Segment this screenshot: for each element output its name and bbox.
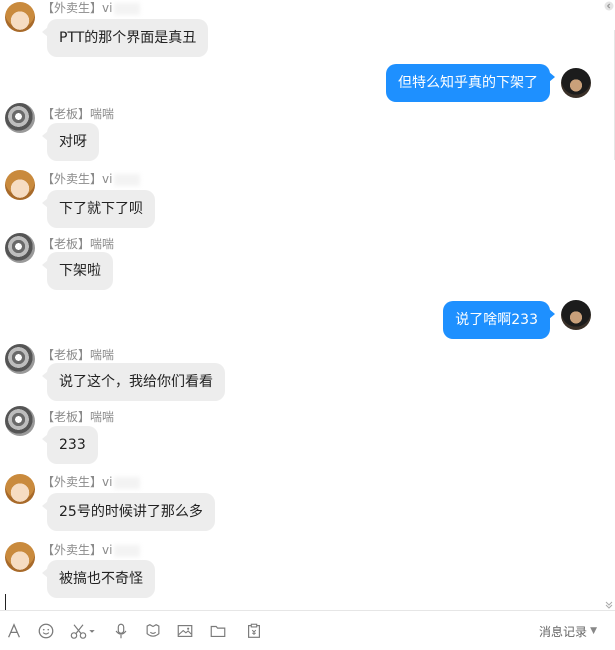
image-icon[interactable] — [175, 621, 195, 641]
me-avatar[interactable] — [561, 68, 591, 98]
message-bubble[interactable]: 下架啦 — [42, 252, 113, 290]
sender-name: 【外卖生】vi — [42, 0, 141, 16]
font-icon[interactable] — [4, 621, 24, 641]
sender-label: 【外卖生】vi — [42, 172, 113, 186]
girl-avatar[interactable] — [5, 170, 35, 200]
blurred-name — [114, 173, 141, 186]
girl-avatar[interactable] — [5, 474, 35, 504]
sender-name: 【老板】喘喘 — [42, 237, 115, 251]
message-bubble[interactable]: 25号的时候讲了那么多 — [42, 493, 215, 531]
sender-name: 【外卖生】vi — [42, 541, 141, 558]
scissors-icon[interactable] — [68, 621, 98, 641]
message-bubble[interactable]: 说了这个，我给你们看看 — [42, 363, 225, 401]
message-bubble[interactable]: PTT的那个界面是真丑 — [41, 19, 209, 57]
sender-name: 【外卖生】vi — [42, 170, 141, 187]
boss-avatar[interactable] — [5, 233, 35, 263]
folder-icon[interactable] — [208, 621, 228, 641]
sender-label: 【外卖生】vi — [42, 1, 113, 15]
message-bubble[interactable]: 下了就下了呗 — [42, 190, 155, 228]
sender-label: 【外卖生】vi — [42, 475, 113, 489]
emoji-icon[interactable] — [36, 621, 56, 641]
chat-window: 【外卖生】vi PTT的那个界面是真丑 但特么知乎真的下架了 【老板】喘喘 对呀… — [0, 0, 615, 650]
text-caret — [5, 594, 6, 610]
me-avatar[interactable] — [561, 300, 591, 330]
mic-icon[interactable] — [111, 621, 131, 641]
message-bubble[interactable]: 对呀 — [42, 123, 99, 161]
message-bubble[interactable]: 但特么知乎真的下架了 — [386, 64, 555, 102]
sender-name: 【老板】喘喘 — [42, 107, 115, 121]
blurred-name — [114, 2, 141, 15]
girl-avatar[interactable] — [5, 2, 35, 32]
sticker-icon[interactable] — [143, 621, 163, 641]
blurred-name — [114, 544, 141, 557]
boss-avatar[interactable] — [5, 406, 35, 436]
message-input[interactable] — [0, 588, 603, 610]
sender-name: 【老板】喘喘 — [42, 348, 115, 362]
boss-avatar[interactable] — [5, 344, 35, 374]
scroll-up-icon[interactable] — [603, 0, 615, 12]
message-list: 【外卖生】vi PTT的那个界面是真丑 但特么知乎真的下架了 【老板】喘喘 对呀… — [0, 0, 603, 610]
boss-avatar[interactable] — [5, 103, 35, 133]
message-history-button[interactable]: 消息记录 — [539, 623, 587, 640]
sender-name: 【外卖生】vi — [42, 473, 141, 490]
girl-avatar[interactable] — [5, 542, 35, 572]
blurred-name — [114, 476, 141, 489]
chevron-down-icon[interactable]: ▼ — [590, 626, 597, 636]
message-bubble[interactable]: 说了啥啊233 — [443, 301, 555, 339]
sender-label: 【外卖生】vi — [42, 543, 113, 557]
input-toolbar: 消息记录 ▼ — [0, 611, 615, 650]
scroll-down-icon[interactable] — [603, 598, 615, 610]
sender-name: 【老板】喘喘 — [42, 410, 115, 424]
scrollbar[interactable] — [603, 0, 615, 610]
clipboard-icon[interactable] — [244, 621, 264, 641]
message-bubble[interactable]: 233 — [42, 426, 98, 464]
